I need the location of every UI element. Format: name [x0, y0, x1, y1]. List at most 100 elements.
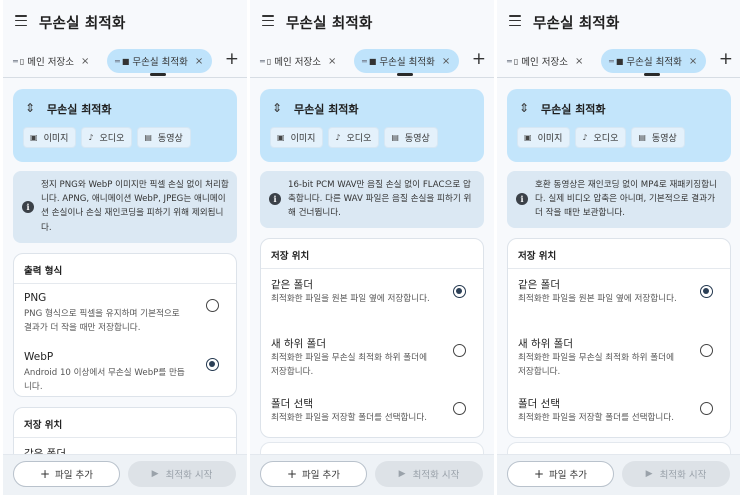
- play-icon: ▶: [398, 469, 406, 479]
- storage-location-section: 저장 위치 같은 폴더 최적화한 파일을 원본 파일 옆에 저장합니다. 새 하…: [260, 238, 484, 438]
- screen-video: 무손실 최적화 ═ ▯ 메인 저장소 × ═ ■ 무손실 최적화 × + ⇕ 무…: [497, 0, 740, 495]
- phone-icon: ▯: [266, 56, 272, 66]
- play-icon: ▶: [151, 469, 159, 479]
- chip-video[interactable]: ▤ 동영상: [631, 127, 685, 148]
- close-icon[interactable]: ×: [81, 56, 89, 67]
- image-icon: ▣: [524, 133, 532, 142]
- plus-icon: +: [286, 467, 298, 481]
- option-description: PNG 형식으로 픽셀을 유지하며 기본적으로 결과가 더 작을 때만 저장합니…: [24, 309, 180, 334]
- phone-icon: ▯: [513, 56, 519, 66]
- add-files-button[interactable]: + 파일 추가: [260, 461, 367, 487]
- start-optimize-button[interactable]: ▶ 최적화 시작: [622, 461, 730, 487]
- drag-handle-icon[interactable]: ═: [609, 57, 614, 66]
- info-card: i 호환 동영상은 재인코딩 없이 MP4로 재패키징합니다. 실제 비디오 압…: [507, 171, 731, 228]
- close-icon[interactable]: ×: [442, 56, 450, 67]
- add-files-button[interactable]: + 파일 추가: [507, 461, 614, 487]
- section-title: 저장 위치: [24, 420, 63, 431]
- option-description: Android 10 이상에서 무손실 WebP를 만듭니다.: [24, 368, 185, 393]
- add-files-button[interactable]: + 파일 추가: [13, 461, 120, 487]
- menu-icon[interactable]: [509, 15, 521, 27]
- chip-audio[interactable]: ♪ 오디오: [328, 127, 380, 148]
- chip-audio[interactable]: ♪ 오디오: [81, 127, 133, 148]
- radio-same-folder[interactable]: [453, 285, 466, 298]
- close-icon[interactable]: ×: [328, 56, 336, 67]
- section-title: 저장 위치: [271, 251, 310, 262]
- info-card: i 16-bit PCM WAV만 음질 손실 없이 FLAC으로 압축합니다.…: [260, 171, 484, 228]
- radio-png[interactable]: [206, 299, 219, 312]
- tab-label: 무손실 최적화: [626, 57, 682, 68]
- phone-icon: ▯: [19, 56, 25, 66]
- close-icon[interactable]: ×: [195, 56, 203, 67]
- tab-lossless-optimize[interactable]: ═ ■ 무손실 최적화 ×: [601, 49, 707, 73]
- chip-image[interactable]: ▣ 이미지: [270, 127, 324, 148]
- video-icon: ▤: [144, 133, 152, 142]
- chip-video[interactable]: ▤ 동영상: [137, 127, 191, 148]
- mode-header-card: ⇕ 무손실 최적화 ▣ 이미지 ♪ 오디오 ▤ 동영상: [507, 89, 731, 162]
- tab-main-storage[interactable]: ═ ▯ 메인 저장소 ×: [507, 49, 583, 73]
- tab-indicator: [397, 73, 413, 76]
- radio-webp[interactable]: [206, 358, 219, 371]
- chip-label: 동영상: [651, 134, 677, 144]
- radio-choose-folder[interactable]: [700, 402, 713, 415]
- drag-handle-icon[interactable]: ═: [13, 57, 18, 66]
- tab-bar: ═ ▯ 메인 저장소 × ═ ■ 무손실 최적화 × +: [497, 44, 740, 78]
- tab-lossless-optimize[interactable]: ═ ■ 무손실 최적화 ×: [107, 49, 213, 73]
- chip-image[interactable]: ▣ 이미지: [517, 127, 571, 148]
- option-description: 최적화한 파일을 원본 파일 옆에 저장합니다.: [271, 294, 430, 304]
- chip-label: 오디오: [346, 134, 372, 144]
- option-title: 새 하위 폴더: [518, 338, 573, 350]
- tab-label: 메인 저장소: [274, 57, 321, 68]
- option-description: 최적화한 파일을 원본 파일 옆에 저장합니다.: [518, 294, 677, 304]
- drag-handle-icon[interactable]: ═: [362, 57, 367, 66]
- add-tab-button[interactable]: +: [472, 50, 486, 68]
- tab-main-storage[interactable]: ═ ▯ 메인 저장소 ×: [260, 49, 336, 73]
- menu-icon[interactable]: [262, 15, 274, 27]
- bottom-action-bar: + 파일 추가 ▶ 최적화 시작: [3, 454, 247, 495]
- start-optimize-button[interactable]: ▶ 최적화 시작: [128, 461, 236, 487]
- radio-same-folder[interactable]: [700, 285, 713, 298]
- tab-lossless-optimize[interactable]: ═ ■ 무손실 최적화 ×: [354, 49, 460, 73]
- add-tab-button[interactable]: +: [225, 50, 239, 68]
- start-optimize-button[interactable]: ▶ 최적화 시작: [375, 461, 483, 487]
- info-card: i 정지 PNG와 WebP 이미지만 픽셀 손실 없이 처리합니다. APNG…: [13, 171, 237, 243]
- chip-image[interactable]: ▣ 이미지: [23, 127, 77, 148]
- chip-video[interactable]: ▤ 동영상: [384, 127, 438, 148]
- plus-icon: +: [39, 467, 51, 481]
- tab-main-storage[interactable]: ═ ▯ 메인 저장소 ×: [13, 49, 89, 73]
- radio-choose-folder[interactable]: [453, 402, 466, 415]
- drag-handle-icon[interactable]: ═: [115, 57, 120, 66]
- option-description: 최적화한 파일을 무손실 최적화 하위 폴더에 저장합니다.: [271, 353, 427, 378]
- tab-bar: ═ ▯ 메인 저장소 × ═ ■ 무손실 최적화 × +: [250, 44, 494, 78]
- divider: [14, 437, 236, 438]
- page-title: 무손실 최적화: [39, 16, 126, 32]
- mode-title: 무손실 최적화: [47, 103, 112, 116]
- close-icon[interactable]: ×: [575, 56, 583, 67]
- app-bar: 무손실 최적화: [3, 0, 247, 44]
- radio-new-subfolder[interactable]: [453, 344, 466, 357]
- drag-handle-icon[interactable]: ═: [507, 57, 512, 66]
- tab-indicator: [644, 73, 660, 76]
- chip-audio[interactable]: ♪ 오디오: [575, 127, 627, 148]
- radio-new-subfolder[interactable]: [700, 344, 713, 357]
- chip-label: 이미지: [43, 134, 69, 144]
- page-title: 무손실 최적화: [286, 16, 373, 32]
- page-title: 무손실 최적화: [533, 16, 620, 32]
- compress-icon: ⇕: [519, 101, 530, 115]
- folder-icon: ■: [368, 56, 377, 66]
- video-icon: ▤: [391, 133, 399, 142]
- divider: [261, 268, 483, 269]
- info-text: 정지 PNG와 WebP 이미지만 픽셀 손실 없이 처리합니다. APNG, …: [41, 180, 229, 233]
- screen-audio: 무손실 최적화 ═ ▯ 메인 저장소 × ═ ■ 무손실 최적화 × + ⇕ 무…: [250, 0, 494, 495]
- menu-icon[interactable]: [15, 15, 27, 27]
- close-icon[interactable]: ×: [689, 56, 697, 67]
- divider: [14, 283, 236, 284]
- drag-handle-icon[interactable]: ═: [260, 57, 265, 66]
- audio-file-icon: ♪: [582, 133, 588, 142]
- add-tab-button[interactable]: +: [719, 50, 733, 68]
- chip-label: 오디오: [99, 134, 125, 144]
- mode-title: 무손실 최적화: [541, 103, 606, 116]
- section-title: 출력 형식: [24, 266, 63, 277]
- section-title: 저장 위치: [518, 251, 557, 262]
- mode-header-card: ⇕ 무손실 최적화 ▣ 이미지 ♪ 오디오 ▤ 동영상: [260, 89, 484, 162]
- divider: [508, 268, 730, 269]
